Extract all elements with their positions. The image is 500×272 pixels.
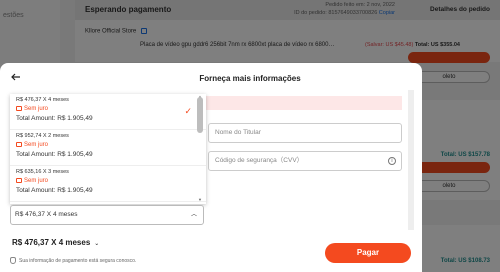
chevron-up-icon: ︿ xyxy=(190,212,197,218)
modal-scroll-track[interactable] xyxy=(408,90,414,230)
installment-option[interactable]: R$ 476,37 X 4 meses Sem juro Total Amoun… xyxy=(10,94,206,130)
chevron-down-icon: ⌄ xyxy=(94,241,100,247)
interest-badge: Sem juro xyxy=(16,178,200,184)
scroll-down-arrow[interactable]: ▼ xyxy=(198,197,202,202)
interest-badge: Sem juro xyxy=(16,106,200,112)
calendar-icon xyxy=(16,106,22,111)
notice-banner xyxy=(206,96,402,110)
close-icon[interactable] xyxy=(404,66,418,80)
installment-option[interactable]: R$ 952,74 X 2 meses Sem juro Total Amoun… xyxy=(10,130,206,166)
modal-title: Forneça mais informações xyxy=(199,74,301,83)
installment-summary[interactable]: R$ 476,37 X 4 meses ⌄ xyxy=(12,238,99,247)
interest-badge: Sem juro xyxy=(16,142,200,148)
cardholder-name-input[interactable]: Nome do Titular xyxy=(208,123,402,143)
installment-option[interactable]: R$ 635,16 X 3 meses Sem juro Total Amoun… xyxy=(10,166,206,202)
installments-select[interactable]: R$ 476,37 X 4 meses ︿ xyxy=(10,205,204,225)
pay-button[interactable]: Pagar xyxy=(325,243,411,263)
calendar-icon xyxy=(16,178,22,183)
secure-notice: Sua informação de pagamento está segura … xyxy=(10,257,136,264)
dropdown-scrollbar[interactable] xyxy=(197,97,203,133)
shield-icon xyxy=(10,257,16,264)
calendar-icon xyxy=(16,142,22,147)
cvv-input[interactable]: Código de segurança（CVV） i xyxy=(208,151,402,171)
info-icon[interactable]: i xyxy=(388,157,396,165)
check-icon: ✓ xyxy=(184,106,192,116)
installments-dropdown: R$ 476,37 X 4 meses Sem juro Total Amoun… xyxy=(10,94,206,204)
